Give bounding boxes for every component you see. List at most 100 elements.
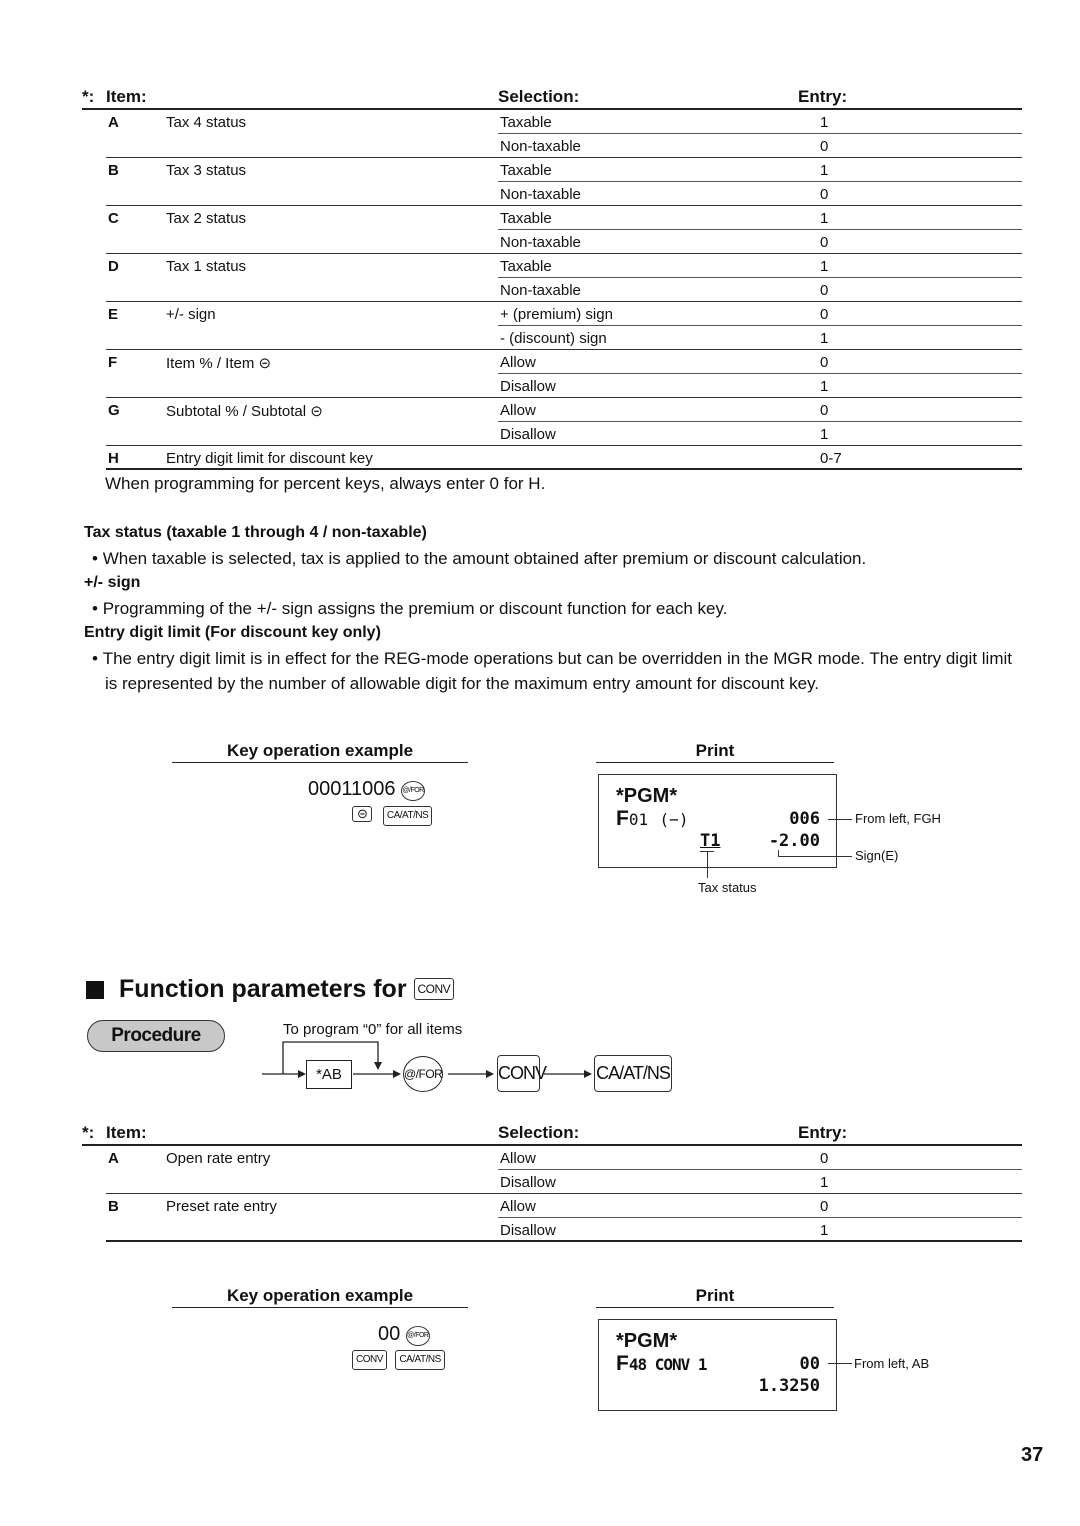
key-sequence-line2: CONV CA/AT/NS [352,1349,445,1370]
row-description: Tax 3 status [166,162,247,179]
ab-entry-box: *AB [306,1060,352,1089]
function-prefix: F [616,1352,629,1375]
callout-tick-sign [778,850,779,856]
row-description: Subtotal % / Subtotal ⊝ [166,403,323,420]
receipt-rate-value: 1.3250 [758,1376,820,1396]
at-for-key-icon: @/FOR [405,1326,430,1346]
row-letter: B [108,162,119,179]
row-entry: 0 [820,234,829,251]
bullet-text: The entry digit limit is in effect for t… [102,649,1012,693]
table-row: H Entry digit limit for discount key 0-7 [82,446,1022,470]
print-heading: Print [596,1286,834,1308]
table-header: *: Item: Selection: Entry: [82,82,1022,110]
procedure-badge: Procedure [87,1020,225,1052]
section-title: Function parameters for CONV [119,975,455,1004]
row-entry: 0 [820,354,829,371]
table-row: Disallow 1 [82,1218,1022,1242]
ca-at-ns-key-icon: CA/AT/NS [395,1350,445,1370]
table-header: *: Item: Selection: Entry: [82,1118,1022,1146]
row-selection: Taxable [500,258,552,275]
row-letter: D [108,258,119,275]
row-selection: Non-taxable [500,186,581,203]
row-description: Item % / Item ⊝ [166,355,272,372]
note-bullet-entry-digit: • The entry digit limit is in effect for… [92,649,1012,693]
row-description: Tax 1 status [166,258,247,275]
row-description: Entry digit limit for discount key [166,450,373,467]
row-entry: 1 [820,426,829,443]
conv-key-icon: CONV [352,1350,387,1370]
bullet-text: Programming of the +/- sign assigns the … [102,599,728,618]
row-selection: Allow [500,1198,536,1215]
row-selection: Allow [500,354,536,371]
at-for-key-icon: @/FOR [401,781,426,801]
note-heading-entry-digit: Entry digit limit (For discount key only… [84,624,381,641]
row-selection: Non-taxable [500,138,581,155]
row-entry: 0 [820,138,829,155]
row-selection: Disallow [500,1222,556,1239]
receipt-line2: F01 (−) [616,807,688,831]
table-row: Non-taxable 0 [82,230,1022,254]
row-entry: 1 [820,1174,829,1191]
selection-header: Selection: [498,87,580,106]
row-divider [106,1240,1022,1242]
row-selection: Disallow [500,1174,556,1191]
table-row: B Preset rate entry Allow 0 [82,1194,1022,1218]
row-entry: 1 [820,378,829,395]
row-letter: C [108,210,119,227]
row-entry: 0 [820,1198,829,1215]
table-row: C Tax 2 status Taxable 1 [82,206,1022,230]
selection-header: Selection: [498,1123,580,1142]
note-bullet-sign: • Programming of the +/- sign assigns th… [92,599,728,618]
callout-tax-status: Tax status [698,880,757,895]
table-row: A Open rate entry Allow 0 [82,1146,1022,1170]
callout-line-fgh [828,819,852,820]
conv-key-icon: CONV [413,978,455,1000]
table-row: A Tax 4 status Taxable 1 [82,110,1022,134]
table-row: Non-taxable 0 [82,278,1022,302]
item-header: Item: [106,1123,147,1142]
row-selection: Taxable [500,210,552,227]
row-selection: Disallow [500,378,556,395]
receipt-line2: F48 CONV 1 [616,1352,708,1376]
note-heading-sign: +/- sign [84,574,141,591]
row-selection: Allow [500,402,536,419]
receipt-pgm-line: *PGM* [616,785,678,807]
callout-line-ab [828,1363,852,1364]
note-bullet-tax-status: • When taxable is selected, tax is appli… [92,549,867,568]
table-row: F Item % / Item ⊝ Allow 0 [82,350,1022,374]
row-entry: 1 [820,114,829,131]
receipt-ab-value: 00 [799,1354,820,1374]
key-operation-heading: Key operation example [172,741,468,763]
row-description: +/- sign [166,306,216,323]
callout-line-tax [707,851,708,878]
row-description: Tax 4 status [166,114,247,131]
row-letter: G [108,402,120,419]
receipt-pgm-line: *PGM* [616,1330,678,1352]
row-description: Preset rate entry [166,1198,277,1215]
key-sequence-line2: ⊝ CA/AT/NS [352,805,433,826]
table-row: Non-taxable 0 [82,134,1022,158]
row-letter: A [108,114,119,131]
row-selection: Taxable [500,114,552,131]
row-letter: A [108,1150,119,1167]
row-entry: 0 [820,186,829,203]
callout-from-left-ab: From left, AB [854,1356,930,1371]
receipt-print-2: *PGM* F48 CONV 1 00 1.3250 [598,1319,837,1411]
row-letter: F [108,354,118,371]
row-selection: - (discount) sign [500,330,607,347]
conv-key-icon: CONV [497,1055,547,1092]
conv-parameters-table: *: Item: Selection: Entry: A Open rate en… [82,1118,1022,1242]
receipt-print-1: *PGM* F01 (−) 006 T1 -2.00 [598,774,837,868]
entered-digits: 00011006 [308,778,396,800]
tax-parameters-table: *: Item: Selection: Entry: A Tax 4 status… [82,82,1022,470]
row-letter: E [108,306,119,323]
row-entry: 0 [820,306,829,323]
key-sequence-line1: 00 @/FOR [378,1323,430,1346]
page-number: 37 [1021,1444,1044,1466]
row-entry: 0 [820,282,829,299]
print-heading: Print [596,741,834,763]
table-footnote: When programming for percent keys, alway… [105,474,546,493]
row-selection: Taxable [500,162,552,179]
function-code: 48 CONV 1 [628,1355,708,1374]
row-letter: B [108,1198,119,1215]
